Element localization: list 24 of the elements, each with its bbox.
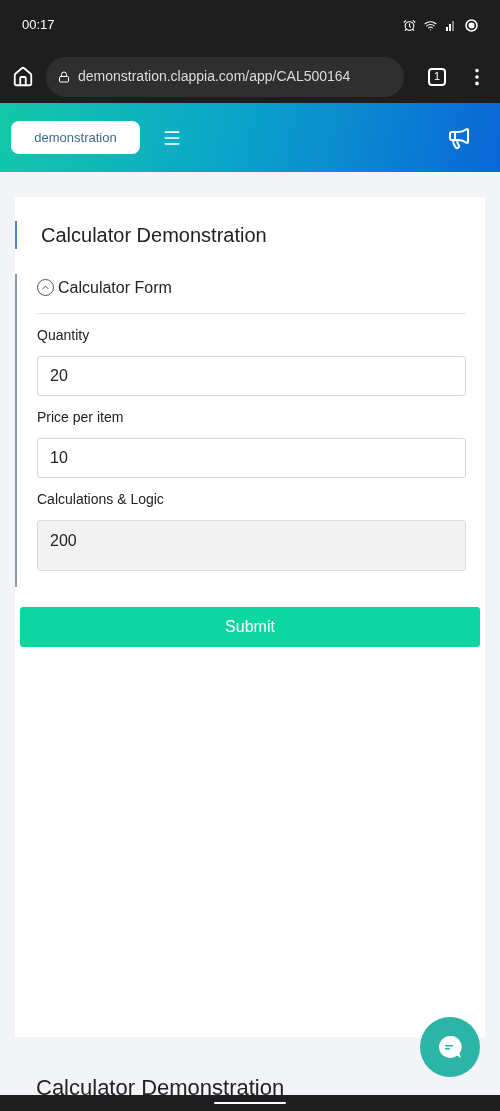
field-label: Calculations & Logic (37, 490, 165, 509)
megaphone-icon[interactable] (447, 125, 471, 150)
alarm-icon (403, 18, 416, 32)
field-label: Price per item (37, 408, 125, 427)
signal-icon (445, 19, 457, 31)
clock-time: 00:17 (22, 16, 55, 35)
chat-button[interactable] (420, 1017, 480, 1077)
wifi-icon (424, 18, 437, 32)
section-title: Calculator Form (58, 277, 172, 298)
field-label: Quantity (37, 326, 91, 345)
section-header[interactable]: Calculator Form (37, 274, 466, 314)
workspace-button[interactable]: demonstration (11, 121, 140, 154)
url-text: demonstration.clappia.com/app/CAL500164 (78, 67, 351, 86)
chat-icon (437, 1034, 463, 1060)
computed-field: 200 (37, 520, 466, 571)
battery-icon (465, 18, 478, 32)
tab-count[interactable]: 1 (428, 67, 446, 86)
lock-icon (58, 70, 70, 83)
input-field[interactable]: 20 (37, 356, 466, 396)
form-title: Calculator Demonstration (41, 223, 267, 248)
home-icon[interactable] (12, 65, 34, 88)
footer-title: Calculator Demonstration (36, 1077, 285, 1095)
input-field[interactable]: 10 (37, 438, 466, 478)
address-bar[interactable]: demonstration.clappia.com/app/CAL500164 (46, 56, 404, 97)
